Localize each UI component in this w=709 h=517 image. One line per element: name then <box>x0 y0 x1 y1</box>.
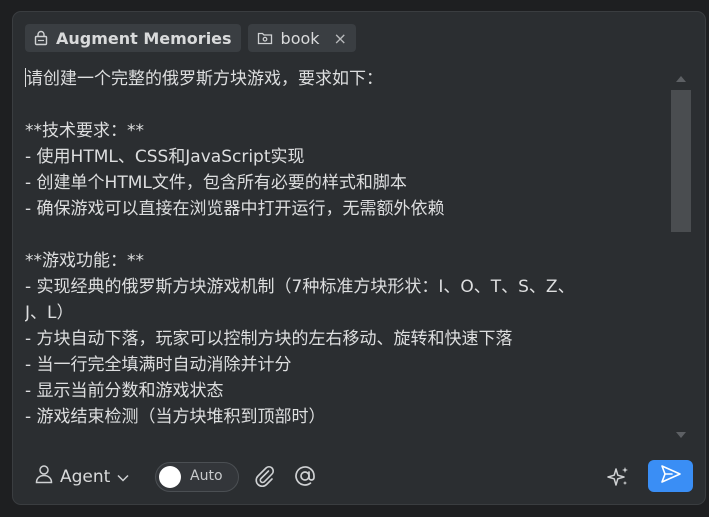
close-icon[interactable]: × <box>334 29 347 48</box>
scroll-down-arrow-icon[interactable] <box>676 432 686 438</box>
at-sign-icon <box>293 466 317 492</box>
lock-file-icon <box>34 30 48 46</box>
sparkle-icon <box>606 467 630 493</box>
attach-button[interactable] <box>253 464 275 492</box>
scroll-up-arrow-icon[interactable] <box>676 76 686 82</box>
mention-button[interactable] <box>293 464 317 492</box>
chat-input-panel: Augment Memories book × 请创建一个完整的俄罗斯方块游戏，… <box>12 11 706 505</box>
prompt-line: - 确保游戏可以直接在浏览器中打开运行，无需额外依赖 <box>25 199 445 219</box>
chip-label: Augment Memories <box>56 28 232 48</box>
prompt-line: - 方块自动下落，玩家可以控制方块的左右移动、旋转和快速下落 <box>25 329 513 349</box>
scrollbar-thumb[interactable] <box>671 90 691 232</box>
prompt-line: **技术要求：** <box>25 121 144 141</box>
chip-label: book <box>280 28 320 48</box>
prompt-line <box>25 222 665 248</box>
send-icon <box>660 464 682 488</box>
mode-label: Agent <box>60 466 111 487</box>
input-toolbar: Agent Auto <box>13 460 707 496</box>
prompt-line: - 实现经典的俄罗斯方块游戏机制（7种标准方块形状：I、O、T、S、Z、 <box>25 277 575 297</box>
paperclip-icon <box>253 465 275 492</box>
enhance-prompt-button[interactable] <box>606 465 630 493</box>
auto-toggle[interactable]: Auto <box>155 462 239 492</box>
user-icon <box>35 464 53 489</box>
folder-icon <box>257 31 273 45</box>
prompt-line: - 创建单个HTML文件，包含所有必要的样式和脚本 <box>25 173 407 193</box>
chip-book[interactable]: book × <box>247 24 356 52</box>
prompt-line: - 使用HTML、CSS和JavaScript实现 <box>25 147 305 167</box>
prompt-line: - 显示当前分数和游戏状态 <box>25 381 224 401</box>
toggle-knob <box>159 466 181 488</box>
auto-label: Auto <box>190 468 223 484</box>
context-chips: Augment Memories book × <box>25 24 356 52</box>
prompt-line: 请创建一个完整的俄罗斯方块游戏，要求如下： <box>25 66 665 92</box>
prompt-line: - 游戏结束检测（当方块堆积到顶部时） <box>25 407 326 427</box>
prompt-textarea[interactable]: 请创建一个完整的俄罗斯方块游戏，要求如下： **技术要求：** - 使用HTML… <box>25 66 665 444</box>
prompt-line: **游戏功能：** <box>25 251 144 271</box>
prompt-line: J、L） <box>25 303 74 323</box>
vertical-scrollbar[interactable] <box>670 70 692 440</box>
chevron-down-icon <box>117 467 129 487</box>
prompt-line: - 当一行完全填满时自动消除并计分 <box>25 355 292 375</box>
send-button[interactable] <box>648 460 693 492</box>
chip-augment-memories[interactable]: Augment Memories <box>25 24 241 52</box>
prompt-line-text: 请创建一个完整的俄罗斯方块游戏，要求如下： <box>26 69 383 89</box>
mode-selector[interactable]: Agent <box>35 464 129 489</box>
prompt-line <box>25 92 665 118</box>
